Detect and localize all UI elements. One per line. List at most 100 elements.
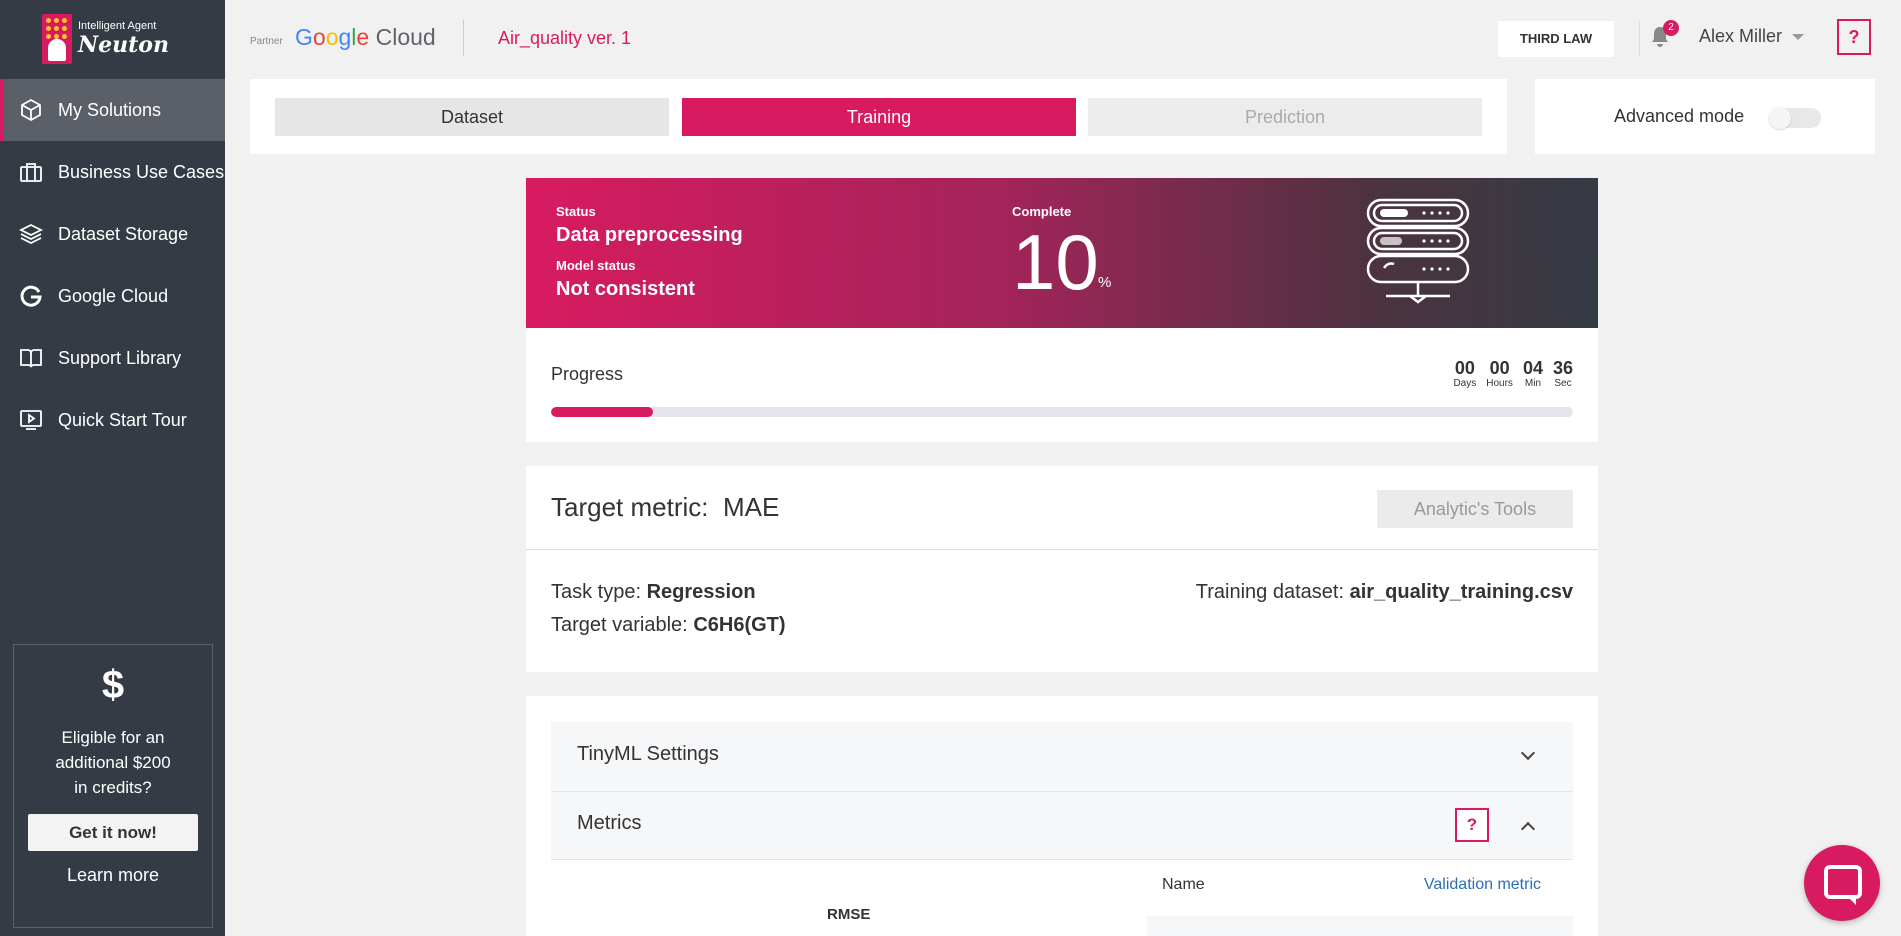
promo-line-3: in credits?: [74, 778, 152, 797]
server-icon: [1366, 198, 1470, 304]
project-name[interactable]: Air_quality ver. 1: [498, 28, 631, 49]
progress-panel: Progress 00 Days 00 Hours 04 Min 36 Sec: [526, 328, 1598, 442]
dollar-icon: $: [101, 663, 125, 707]
briefcase-icon: [18, 159, 44, 185]
user-name: Alex Miller: [1699, 26, 1783, 46]
timer-days: 00: [1454, 358, 1475, 378]
settings-card: TinyML Settings Metrics ? Name Validatio…: [526, 696, 1598, 936]
sidebar-item-support-library[interactable]: Support Library: [0, 327, 225, 389]
learn-more-link[interactable]: Learn more: [14, 865, 212, 886]
header-divider: [1639, 20, 1640, 56]
progress-label: Progress: [551, 364, 624, 384]
sidebar-item-google-cloud[interactable]: Google Cloud: [0, 265, 225, 327]
tab-prediction[interactable]: Prediction: [1088, 98, 1482, 136]
target-metric-label: Target metric:: [551, 492, 709, 522]
play-screen-icon: [18, 407, 44, 433]
divider: [526, 549, 1598, 550]
sidebar: Intelligent Agent Neuton My Solutions Bu…: [0, 0, 225, 936]
target-variable-row: Target variable: C6H6(GT): [551, 614, 786, 637]
target-variable-label: Target variable:: [551, 614, 688, 636]
training-dataset-value: air_quality_training.csv: [1349, 581, 1573, 603]
complete-label: Complete: [1012, 204, 1072, 219]
timer-hours: 00: [1489, 358, 1510, 378]
progress-bar-fill: [551, 407, 654, 417]
header-divider: [463, 20, 464, 56]
sidebar-item-label: My Solutions: [58, 99, 162, 120]
sidebar-item-label: Business Use Cases: [58, 161, 225, 182]
elapsed-timer: 00 Days 00 Hours 04 Min 36 Sec: [1453, 358, 1573, 389]
rmse-metric-label: RMSE: [827, 906, 871, 923]
stage-tabs: Dataset Training Prediction: [250, 79, 1507, 154]
tab-training[interactable]: Training: [682, 98, 1076, 136]
target-metric-title: Target metric: MAE: [551, 492, 779, 523]
cube-icon: [18, 97, 44, 123]
model-status-label: Model status: [556, 258, 636, 273]
chat-button[interactable]: [1804, 845, 1880, 921]
promo-line-2: additional $200: [55, 753, 171, 772]
google-cloud-word: Cloud: [375, 24, 436, 50]
metrics-table: Name Validation metric RMSE: [551, 860, 1573, 936]
model-status-value: Not consistent: [556, 278, 695, 300]
notifications-button[interactable]: 2: [1650, 20, 1679, 50]
layers-icon: [18, 221, 44, 247]
sidebar-item-label: Google Cloud: [58, 285, 169, 306]
target-metric-value: MAE: [722, 492, 780, 522]
status-label: Status: [556, 204, 596, 219]
notification-badge: 2: [1663, 20, 1679, 36]
sidebar-item-quick-start-tour[interactable]: Quick Start Tour: [0, 389, 225, 451]
tinyml-settings-accordion[interactable]: TinyML Settings: [551, 722, 1573, 792]
neuton-logo-icon: [42, 14, 72, 64]
third-law-button[interactable]: THIRD LAW: [1498, 21, 1614, 57]
progress-bar: [551, 407, 1573, 417]
name-column-header: Name: [1162, 876, 1205, 893]
advanced-mode-toggle[interactable]: [1769, 107, 1821, 129]
chevron-down-icon: [1792, 33, 1805, 40]
google-g-icon: [18, 283, 44, 309]
tinyml-settings-label: TinyML Settings: [577, 743, 719, 765]
chevron-down-icon: [1520, 745, 1536, 761]
sidebar-item-dataset-storage[interactable]: Dataset Storage: [0, 203, 225, 265]
sidebar-nav: My Solutions Business Use Cases Dataset …: [0, 79, 225, 451]
timer-unit: Hours: [1486, 378, 1513, 389]
training-status-banner: Status Data preprocessing Model status N…: [526, 178, 1598, 328]
metrics-label: Metrics: [577, 812, 642, 834]
timer-unit: Days: [1453, 378, 1477, 389]
tab-dataset[interactable]: Dataset: [275, 98, 669, 136]
sidebar-item-label: Quick Start Tour: [58, 409, 187, 430]
logo-subtitle: Intelligent Agent: [78, 20, 157, 32]
chat-bubble-icon: [1824, 865, 1862, 905]
promo-line-1: Eligible for an: [61, 728, 165, 747]
task-type-label: Task type:: [551, 581, 642, 603]
partner-label: Partner: [250, 36, 283, 47]
metrics-accordion[interactable]: Metrics ?: [551, 792, 1573, 860]
task-type-value: Regression: [646, 581, 756, 603]
analytics-tools-button[interactable]: Analytic's Tools: [1377, 490, 1573, 528]
sidebar-item-business-use-cases[interactable]: Business Use Cases: [0, 141, 225, 203]
training-dataset-row: Training dataset: air_quality_training.c…: [1196, 581, 1573, 604]
training-dataset-label: Training dataset:: [1195, 581, 1345, 603]
sidebar-item-label: Support Library: [58, 347, 182, 368]
help-button[interactable]: ?: [1837, 19, 1871, 55]
chevron-up-icon: [1520, 821, 1536, 837]
user-menu[interactable]: Alex Miller: [1699, 26, 1805, 47]
top-header: Partner Google Cloud Air_quality ver. 1 …: [225, 0, 1901, 78]
google-cloud-logo: Google Cloud: [295, 24, 436, 50]
credits-promo: $ Eligible for an additional $200 in cre…: [13, 644, 213, 928]
neuton-logo[interactable]: Intelligent Agent Neuton: [42, 14, 169, 64]
status-value: Data preprocessing: [556, 224, 743, 246]
target-variable-value: C6H6(GT): [693, 614, 786, 636]
complete-percent: 10: [1012, 218, 1099, 306]
timer-seconds: 36: [1552, 358, 1573, 378]
get-it-now-button[interactable]: Get it now!: [28, 814, 198, 851]
timer-unit: Sec: [1554, 378, 1572, 389]
book-icon: [18, 345, 44, 371]
sidebar-item-my-solutions[interactable]: My Solutions: [0, 79, 225, 141]
logo-name: Neuton: [78, 32, 169, 58]
table-row: [1147, 916, 1573, 936]
advanced-mode-label: Advanced mode: [1614, 106, 1745, 126]
advanced-mode-panel: Advanced mode: [1535, 79, 1875, 154]
validation-metric-column-header[interactable]: Validation metric: [1424, 876, 1541, 894]
metrics-help-button[interactable]: ?: [1455, 808, 1489, 842]
sidebar-item-label: Dataset Storage: [58, 223, 189, 244]
timer-unit: Min: [1524, 378, 1542, 389]
